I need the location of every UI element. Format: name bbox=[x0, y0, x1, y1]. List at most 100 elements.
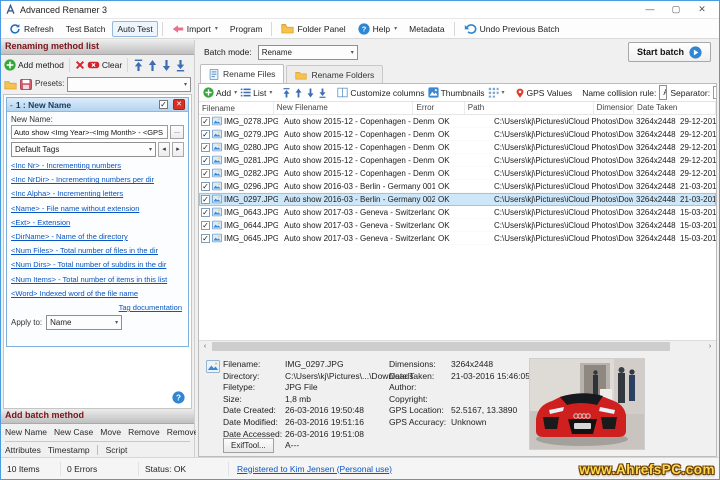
row-checkbox[interactable]: ✓ bbox=[201, 194, 210, 204]
tag-page-right-button[interactable]: ▸ bbox=[172, 142, 184, 157]
scroll-right-arrow[interactable]: › bbox=[704, 341, 716, 352]
save-preset-icon[interactable] bbox=[20, 78, 32, 90]
cell-error: OK bbox=[438, 116, 450, 126]
presets-dropdown[interactable]: ▾ bbox=[67, 76, 191, 92]
row-checkbox[interactable]: ✓ bbox=[201, 155, 210, 165]
add-method-link[interactable]: Move bbox=[100, 427, 121, 437]
collapse-glyph[interactable]: - bbox=[10, 100, 13, 110]
table-row[interactable]: ✓ IMG_0643.JPG Auto show 2017-03 - Genev… bbox=[199, 206, 716, 219]
method-enabled-checkbox[interactable]: ✓ bbox=[159, 100, 168, 109]
maximize-button[interactable]: ▢ bbox=[663, 1, 689, 18]
tag-link[interactable]: <Word> Indexed word of the file name bbox=[11, 287, 184, 301]
add-method-link[interactable]: New Name bbox=[5, 427, 47, 437]
apply-to-dropdown[interactable]: Name ▾ bbox=[46, 315, 123, 331]
tab-rename-folders[interactable]: Rename Folders bbox=[286, 65, 384, 83]
method-help-icon[interactable]: ? bbox=[172, 391, 185, 404]
move-up-icon[interactable] bbox=[294, 87, 303, 99]
auto-test-button[interactable]: Auto Test bbox=[112, 20, 158, 37]
table-row[interactable]: ✓ IMG_0644.JPG Auto show 2017-03 - Genev… bbox=[199, 219, 716, 232]
row-checkbox[interactable]: ✓ bbox=[201, 116, 210, 126]
undo-previous-batch-button[interactable]: Undo Previous Batch bbox=[459, 20, 565, 38]
tag-link[interactable]: <Inc NrDir> - Incrementing numbers per d… bbox=[11, 173, 184, 187]
method-close-button[interactable]: ✕ bbox=[173, 99, 185, 110]
add-files-button[interactable]: Add ▾ bbox=[203, 87, 237, 98]
row-checkbox[interactable]: ✓ bbox=[201, 233, 210, 243]
move-top-icon[interactable] bbox=[282, 87, 291, 99]
gps-values-button[interactable]: GPS Values bbox=[515, 87, 572, 99]
separator-input[interactable] bbox=[713, 86, 716, 99]
new-name-input[interactable] bbox=[11, 125, 168, 139]
clear-button[interactable]: Clear bbox=[75, 60, 122, 70]
name-collision-dropdown[interactable]: Append number▾ bbox=[659, 85, 668, 100]
folder-panel-button[interactable]: Folder Panel bbox=[276, 20, 350, 37]
tag-link[interactable]: <Num Dirs> - Total number of subdirs in … bbox=[11, 258, 184, 272]
refresh-button[interactable]: Refresh bbox=[4, 20, 59, 38]
tag-documentation-link[interactable]: Tag documentation bbox=[119, 303, 182, 312]
move-bottom-icon[interactable] bbox=[175, 59, 186, 72]
move-bottom-icon[interactable] bbox=[318, 87, 327, 99]
minimize-button[interactable]: — bbox=[637, 1, 663, 18]
method-header[interactable]: - 1 : New Name ✓ ✕ bbox=[7, 98, 188, 112]
tag-page-left-button[interactable]: ◂ bbox=[158, 142, 170, 157]
registered-link[interactable]: Registered to Kim Jensen (Personal use) bbox=[229, 464, 400, 474]
batch-mode-dropdown[interactable]: Rename ▾ bbox=[257, 44, 358, 60]
scroll-left-arrow[interactable]: ‹ bbox=[199, 341, 211, 352]
row-checkbox[interactable]: ✓ bbox=[201, 220, 210, 230]
table-row[interactable]: ✓ IMG_0297.JPG Auto show 2016-03 - Berli… bbox=[199, 193, 716, 206]
table-row[interactable]: ✓ IMG_0279.JPG Auto show 2015-12 - Copen… bbox=[199, 128, 716, 141]
program-button[interactable]: Program bbox=[225, 21, 268, 37]
row-checkbox[interactable]: ✓ bbox=[201, 129, 210, 139]
open-preset-folder-icon[interactable] bbox=[4, 79, 17, 90]
tag-link[interactable]: <Inc Alpha> - Incrementing letters bbox=[11, 187, 184, 201]
metadata-button[interactable]: Metadata bbox=[404, 21, 449, 37]
list-button[interactable]: List ▾ bbox=[240, 87, 272, 98]
tab-rename-files[interactable]: Rename Files bbox=[200, 64, 285, 83]
tag-link[interactable]: <Ext> - Extension bbox=[11, 216, 184, 230]
add-method-link[interactable]: New Case bbox=[54, 427, 93, 437]
add-method-button[interactable]: Add method bbox=[4, 59, 64, 71]
column-header-path[interactable]: Path bbox=[465, 102, 594, 114]
column-header-dimensions[interactable]: Dimensions bbox=[594, 102, 635, 114]
import-button[interactable]: Import ▾ bbox=[167, 21, 223, 37]
horizontal-scrollbar[interactable]: ‹ › bbox=[199, 340, 716, 352]
scrollbar-thumb[interactable] bbox=[212, 342, 671, 351]
move-top-icon[interactable] bbox=[133, 59, 144, 72]
add-method-link[interactable]: Timestamp bbox=[48, 445, 90, 455]
table-row[interactable]: ✓ IMG_0280.JPG Auto show 2015-12 - Copen… bbox=[199, 141, 716, 154]
start-batch-button[interactable]: Start batch bbox=[627, 42, 711, 62]
column-header-new-filename[interactable]: New Filename bbox=[274, 102, 414, 114]
row-checkbox[interactable]: ✓ bbox=[201, 142, 210, 152]
tag-link[interactable]: <Num Items> - Total number of items in t… bbox=[11, 273, 184, 287]
help-button[interactable]: ? Help ▾ bbox=[353, 20, 403, 38]
thumbnail-size-button[interactable]: ▾ bbox=[488, 87, 505, 98]
tag-link[interactable]: <Num Files> - Total number of files in t… bbox=[11, 244, 184, 258]
browse-tags-button[interactable]: ... bbox=[170, 125, 184, 139]
scrollbar-track[interactable] bbox=[211, 341, 704, 352]
add-method-link[interactable]: Remove bbox=[128, 427, 160, 437]
table-row[interactable]: ✓ IMG_0282.JPG Auto show 2015-12 - Copen… bbox=[199, 167, 716, 180]
test-batch-button[interactable]: Test Batch bbox=[61, 21, 111, 37]
table-row[interactable]: ✓ IMG_0645.JPG Auto show 2017-03 - Genev… bbox=[199, 232, 716, 245]
tag-link[interactable]: <DirName> - Name of the directory bbox=[11, 230, 184, 244]
column-header-error[interactable]: Error bbox=[413, 102, 465, 114]
customize-columns-button[interactable]: Customize columns bbox=[337, 87, 425, 98]
tag-category-dropdown[interactable]: Default Tags ▾ bbox=[11, 142, 156, 157]
row-checkbox[interactable]: ✓ bbox=[201, 207, 210, 217]
move-up-icon[interactable] bbox=[147, 59, 158, 72]
move-down-icon[interactable] bbox=[306, 87, 315, 99]
table-row[interactable]: ✓ IMG_0296.JPG Auto show 2016-03 - Berli… bbox=[199, 180, 716, 193]
add-method-link[interactable]: Script bbox=[96, 445, 128, 455]
close-button[interactable]: ✕ bbox=[689, 1, 715, 18]
column-header-filename[interactable]: Filename bbox=[199, 102, 274, 114]
row-checkbox[interactable]: ✓ bbox=[201, 168, 210, 178]
tag-link[interactable]: <Name> - File name without extension bbox=[11, 202, 184, 216]
table-row[interactable]: ✓ IMG_0281.JPG Auto show 2015-12 - Copen… bbox=[199, 154, 716, 167]
table-row[interactable]: ✓ IMG_0278.JPG Auto show 2015-12 - Copen… bbox=[199, 115, 716, 128]
add-method-link[interactable]: Attributes bbox=[5, 445, 41, 455]
row-checkbox[interactable]: ✓ bbox=[201, 181, 210, 191]
thumbnails-button[interactable]: Thumbnails bbox=[427, 87, 485, 98]
column-header-date-taken[interactable]: Date Taken bbox=[634, 102, 716, 114]
exiftool-button[interactable]: ExifTool... bbox=[223, 438, 274, 453]
tag-link[interactable]: <Inc Nr> - Incrementing numbers bbox=[11, 159, 184, 173]
move-down-icon[interactable] bbox=[161, 59, 172, 72]
